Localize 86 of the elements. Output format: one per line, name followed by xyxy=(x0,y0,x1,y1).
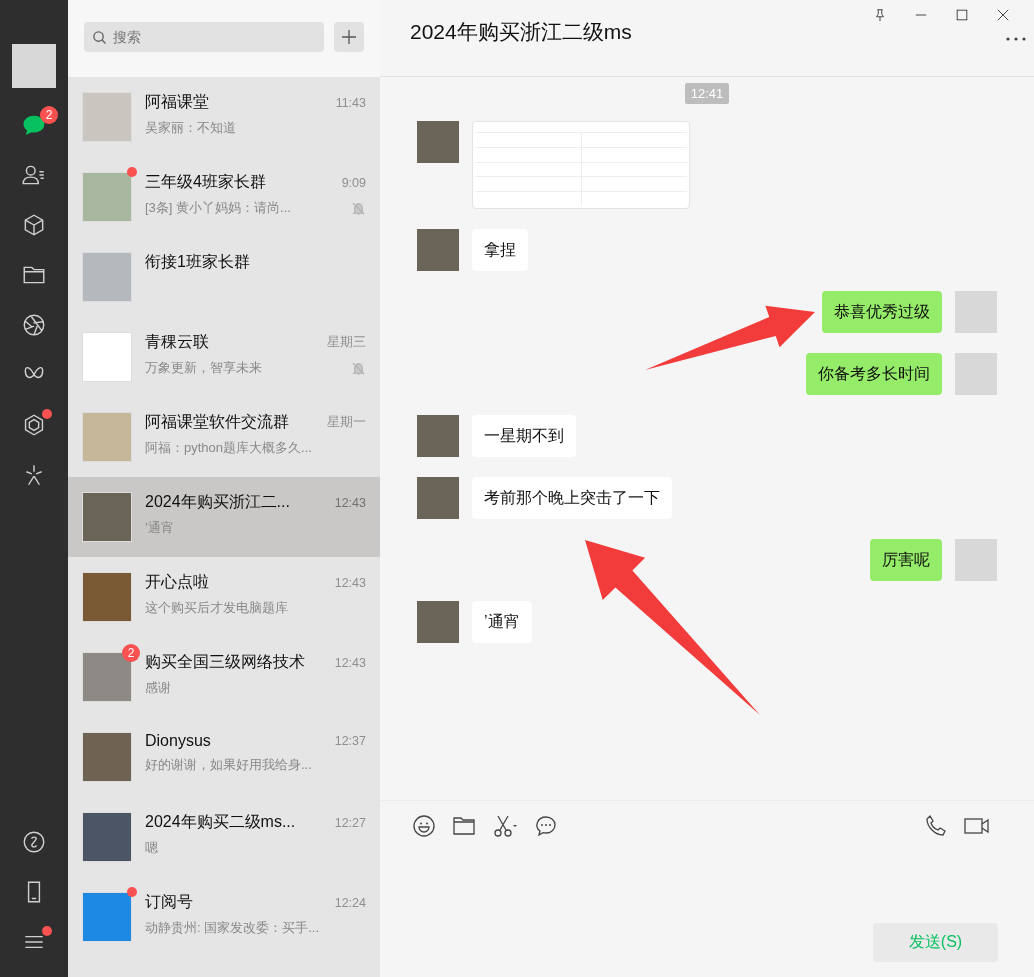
add-button[interactable] xyxy=(334,22,364,52)
folder-icon[interactable] xyxy=(452,814,476,838)
video-camera-icon[interactable] xyxy=(964,816,990,836)
message-preview: 万象更新，智享未来 xyxy=(145,359,262,377)
chat-name: 2024年购买二级ms... xyxy=(145,812,296,832)
message-preview: 动静贵州: 国家发改委：买手... xyxy=(145,919,320,937)
chat-time: 12:37 xyxy=(334,734,366,748)
chat-list-item[interactable]: 2 购买全国三级网络技术 12:43 感谢 xyxy=(68,637,380,717)
photo-placeholder xyxy=(82,412,132,462)
message-preview: 吴家丽：不知道 xyxy=(145,119,236,137)
chat-list-item[interactable]: 衔接1班家长群 xyxy=(68,237,380,317)
message-bubble: ’通宵 xyxy=(472,601,532,643)
photo-placeholder xyxy=(417,601,459,643)
chat-list-item[interactable]: 三年级4班家长群 9:09 [3条] 黄小丫妈妈：请尚... xyxy=(68,157,380,237)
chat-name: 购买全国三级网络技术 xyxy=(145,652,305,672)
chat-name: 订阅号 xyxy=(145,892,193,912)
photo-placeholder xyxy=(955,539,997,581)
notification-dot xyxy=(42,409,52,419)
chat-time: 12:24 xyxy=(334,895,366,910)
chat-name: Dionysus xyxy=(145,732,211,750)
photo-placeholder xyxy=(82,892,132,942)
message-preview: 这个购买后才发电脑题库 xyxy=(145,599,288,617)
photo-placeholder xyxy=(82,812,132,862)
chat-name: 开心点啦 xyxy=(145,572,209,592)
message-bubble: 拿捏 xyxy=(472,229,528,271)
pin-icon[interactable] xyxy=(873,8,887,22)
chat-name: 阿福课堂 xyxy=(145,92,209,112)
message-preview: 嗯 xyxy=(145,839,158,857)
chat-time: 11:43 xyxy=(335,95,366,110)
chat-list-item[interactable]: 订阅号 12:24 动静贵州: 国家发改委：买手... xyxy=(68,877,380,957)
photo-placeholder xyxy=(955,353,997,395)
photo-placeholder xyxy=(82,92,132,142)
photo-placeholder xyxy=(82,572,132,622)
chat-time: 12:43 xyxy=(334,655,366,670)
aperture-icon[interactable] xyxy=(21,312,47,338)
message-bubble: 一星期不到 xyxy=(472,415,576,457)
message-bubble: 考前那个晚上突击了一下 xyxy=(472,477,672,519)
chat-list-item[interactable]: 开心点啦 12:43 这个购买后才发电脑题库 xyxy=(68,557,380,637)
photo-placeholder xyxy=(82,332,132,382)
photo-placeholder xyxy=(82,252,132,302)
message-preview: ’通宵 xyxy=(145,519,174,537)
chat-time: 12:27 xyxy=(334,815,366,830)
photo-placeholder xyxy=(82,492,132,542)
unread-badge: 2 xyxy=(40,106,58,124)
message-bubble: 厉害呢 xyxy=(870,539,942,581)
chat-time: 9:09 xyxy=(341,175,366,190)
photo-placeholder xyxy=(417,415,459,457)
message-bubble: 你备考多长时间 xyxy=(806,353,942,395)
search-icon xyxy=(92,30,107,45)
message-preview: 阿福：python题库大概多久... xyxy=(145,439,312,457)
chat-time: 12:43 xyxy=(334,495,366,510)
photo-placeholder xyxy=(955,291,997,333)
plus-icon xyxy=(341,29,357,45)
chat-list-item[interactable]: 阿福课堂 11:43 吴家丽：不知道 xyxy=(68,77,380,157)
chat-time: 12:43 xyxy=(334,575,366,590)
close-icon[interactable] xyxy=(996,8,1010,22)
notification-dot xyxy=(42,926,52,936)
message-bubble: 恭喜优秀过级 xyxy=(822,291,942,333)
chat-name: 阿福课堂软件交流群 xyxy=(145,412,289,432)
photo-placeholder xyxy=(417,229,459,271)
chat-list-item[interactable]: 2024年购买浙江二... 12:43 ’通宵 xyxy=(68,477,380,557)
chat-list-item[interactable]: 青稞云联 星期三 万象更新，智享未来 xyxy=(68,317,380,397)
message-preview: 好的谢谢，如果好用我给身... xyxy=(145,756,312,774)
chat-name: 衔接1班家长群 xyxy=(145,252,250,272)
emoji-icon[interactable] xyxy=(412,814,436,838)
photo-placeholder xyxy=(82,172,132,222)
more-icon[interactable] xyxy=(1006,37,1026,41)
chat-name: 2024年购买浙江二... xyxy=(145,492,290,512)
unread-badge: 2 xyxy=(122,644,140,662)
photo-placeholder xyxy=(417,477,459,519)
message-preview: 感谢 xyxy=(145,679,171,697)
chat-time: 星期三 xyxy=(327,334,366,351)
phone-icon[interactable] xyxy=(924,814,948,838)
scissors-icon[interactable] xyxy=(492,814,518,838)
message-preview: [3条] 黄小丫妈妈：请尚... xyxy=(145,199,291,217)
mini-program-icon[interactable] xyxy=(21,829,47,855)
maximize-icon[interactable] xyxy=(955,8,969,22)
photo-placeholder xyxy=(82,732,132,782)
chat-name: 三年级4班家长群 xyxy=(145,172,266,192)
search-field[interactable]: 搜索 xyxy=(84,22,324,52)
chat-title: 2024年购买浙江二级ms xyxy=(410,19,632,45)
chat-name: 青稞云联 xyxy=(145,332,209,352)
chat-list-item[interactable]: Dionysus 12:37 好的谢谢，如果好用我给身... xyxy=(68,717,380,797)
chat-list-item[interactable]: 2024年购买二级ms... 12:27 嗯 xyxy=(68,797,380,877)
timestamp: 12:41 xyxy=(684,83,730,104)
chat-bubble-icon[interactable] xyxy=(534,814,558,838)
